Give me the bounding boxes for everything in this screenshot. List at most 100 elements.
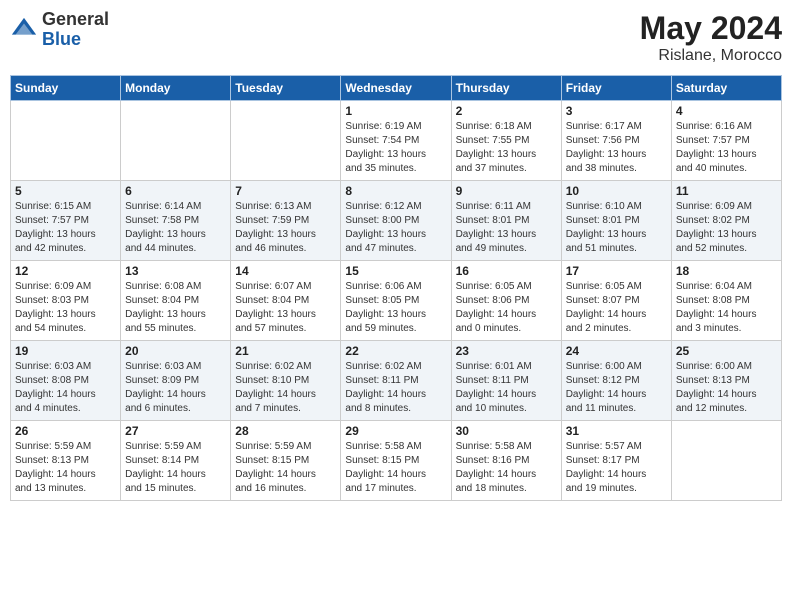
day-info: Sunrise: 6:03 AM Sunset: 8:09 PM Dayligh…	[125, 360, 226, 416]
day-header-saturday: Saturday	[671, 76, 781, 101]
day-info: Sunrise: 6:15 AM Sunset: 7:57 PM Dayligh…	[15, 200, 116, 256]
day-info: Sunrise: 6:09 AM Sunset: 8:03 PM Dayligh…	[15, 280, 116, 336]
day-info: Sunrise: 5:57 AM Sunset: 8:17 PM Dayligh…	[566, 440, 667, 496]
week-row-5: 26Sunrise: 5:59 AM Sunset: 8:13 PM Dayli…	[11, 421, 782, 501]
day-info: Sunrise: 6:11 AM Sunset: 8:01 PM Dayligh…	[456, 200, 557, 256]
day-info: Sunrise: 5:59 AM Sunset: 8:14 PM Dayligh…	[125, 440, 226, 496]
day-number: 19	[15, 344, 116, 358]
day-number: 8	[345, 184, 446, 198]
day-number: 23	[456, 344, 557, 358]
location-title: Rislane, Morocco	[640, 47, 782, 65]
day-number: 1	[345, 104, 446, 118]
day-info: Sunrise: 6:18 AM Sunset: 7:55 PM Dayligh…	[456, 120, 557, 176]
day-header-sunday: Sunday	[11, 76, 121, 101]
week-row-3: 12 Sunrise: 6:09 AM Sunset: 8:03 PM Dayli…	[11, 261, 782, 341]
day-number: 17	[566, 264, 667, 278]
calendar-table: SundayMondayTuesdayWednesdayThursdayFrid…	[10, 75, 782, 501]
calendar-cell: 14 Sunrise: 6:07 AM Sunset: 8:04 PM Dayli…	[231, 261, 341, 341]
calendar-cell: 30Sunrise: 5:58 AM Sunset: 8:16 PM Dayli…	[451, 421, 561, 501]
day-number: 14	[235, 264, 336, 278]
day-header-tuesday: Tuesday	[231, 76, 341, 101]
calendar-cell: 16 Sunrise: 6:05 AM Sunset: 8:06 PM Dayli…	[451, 261, 561, 341]
day-number: 2	[456, 104, 557, 118]
day-info: Sunrise: 6:19 AM Sunset: 7:54 PM Dayligh…	[345, 120, 446, 176]
day-number: 9	[456, 184, 557, 198]
calendar-cell: 7 Sunrise: 6:13 AM Sunset: 7:59 PM Daylig…	[231, 181, 341, 261]
day-info: Sunrise: 6:02 AM Sunset: 8:10 PM Dayligh…	[235, 360, 336, 416]
calendar-cell: 1 Sunrise: 6:19 AM Sunset: 7:54 PM Daylig…	[341, 101, 451, 181]
week-row-2: 5 Sunrise: 6:15 AM Sunset: 7:57 PM Daylig…	[11, 181, 782, 261]
day-info: Sunrise: 5:59 AM Sunset: 8:13 PM Dayligh…	[15, 440, 116, 496]
title-block: May 2024 Rislane, Morocco	[640, 10, 782, 65]
calendar-cell: 21 Sunrise: 6:02 AM Sunset: 8:10 PM Dayli…	[231, 341, 341, 421]
calendar-cell: 31 Sunrise: 5:57 AM Sunset: 8:17 PM Dayli…	[561, 421, 671, 501]
day-header-friday: Friday	[561, 76, 671, 101]
calendar-cell: 25Sunrise: 6:00 AM Sunset: 8:13 PM Dayli…	[671, 341, 781, 421]
logo-icon	[10, 16, 38, 44]
calendar-cell: 9 Sunrise: 6:11 AM Sunset: 8:01 PM Daylig…	[451, 181, 561, 261]
calendar-cell	[121, 101, 231, 181]
day-info: Sunrise: 5:59 AM Sunset: 8:15 PM Dayligh…	[235, 440, 336, 496]
week-row-4: 19Sunrise: 6:03 AM Sunset: 8:08 PM Dayli…	[11, 341, 782, 421]
calendar-cell: 15 Sunrise: 6:06 AM Sunset: 8:05 PM Dayli…	[341, 261, 451, 341]
day-number: 22	[345, 344, 446, 358]
day-number: 29	[345, 424, 446, 438]
day-number: 16	[456, 264, 557, 278]
day-number: 24	[566, 344, 667, 358]
header-row: SundayMondayTuesdayWednesdayThursdayFrid…	[11, 76, 782, 101]
calendar-cell: 2 Sunrise: 6:18 AM Sunset: 7:55 PM Daylig…	[451, 101, 561, 181]
calendar-cell: 26Sunrise: 5:59 AM Sunset: 8:13 PM Dayli…	[11, 421, 121, 501]
calendar-cell: 22 Sunrise: 6:02 AM Sunset: 8:11 PM Dayli…	[341, 341, 451, 421]
day-info: Sunrise: 6:07 AM Sunset: 8:04 PM Dayligh…	[235, 280, 336, 336]
day-info: Sunrise: 5:58 AM Sunset: 8:15 PM Dayligh…	[345, 440, 446, 496]
day-info: Sunrise: 6:17 AM Sunset: 7:56 PM Dayligh…	[566, 120, 667, 176]
day-info: Sunrise: 6:04 AM Sunset: 8:08 PM Dayligh…	[676, 280, 777, 336]
day-info: Sunrise: 6:12 AM Sunset: 8:00 PM Dayligh…	[345, 200, 446, 256]
day-number: 20	[125, 344, 226, 358]
day-info: Sunrise: 6:13 AM Sunset: 7:59 PM Dayligh…	[235, 200, 336, 256]
day-header-thursday: Thursday	[451, 76, 561, 101]
calendar-header: SundayMondayTuesdayWednesdayThursdayFrid…	[11, 76, 782, 101]
month-title: May 2024	[640, 10, 782, 47]
calendar-cell: 19Sunrise: 6:03 AM Sunset: 8:08 PM Dayli…	[11, 341, 121, 421]
day-info: Sunrise: 6:06 AM Sunset: 8:05 PM Dayligh…	[345, 280, 446, 336]
day-number: 31	[566, 424, 667, 438]
logo-general-text: General	[42, 10, 109, 30]
day-number: 18	[676, 264, 777, 278]
day-info: Sunrise: 6:01 AM Sunset: 8:11 PM Dayligh…	[456, 360, 557, 416]
day-number: 4	[676, 104, 777, 118]
calendar-cell: 12 Sunrise: 6:09 AM Sunset: 8:03 PM Dayli…	[11, 261, 121, 341]
calendar-cell: 4 Sunrise: 6:16 AM Sunset: 7:57 PM Daylig…	[671, 101, 781, 181]
calendar-cell: 28 Sunrise: 5:59 AM Sunset: 8:15 PM Dayli…	[231, 421, 341, 501]
calendar-cell: 5 Sunrise: 6:15 AM Sunset: 7:57 PM Daylig…	[11, 181, 121, 261]
day-number: 5	[15, 184, 116, 198]
day-info: Sunrise: 6:00 AM Sunset: 8:12 PM Dayligh…	[566, 360, 667, 416]
day-info: Sunrise: 6:09 AM Sunset: 8:02 PM Dayligh…	[676, 200, 777, 256]
calendar-cell: 10Sunrise: 6:10 AM Sunset: 8:01 PM Dayli…	[561, 181, 671, 261]
day-info: Sunrise: 6:14 AM Sunset: 7:58 PM Dayligh…	[125, 200, 226, 256]
day-info: Sunrise: 6:16 AM Sunset: 7:57 PM Dayligh…	[676, 120, 777, 176]
day-number: 13	[125, 264, 226, 278]
calendar-cell: 29 Sunrise: 5:58 AM Sunset: 8:15 PM Dayli…	[341, 421, 451, 501]
day-number: 27	[125, 424, 226, 438]
day-number: 6	[125, 184, 226, 198]
calendar-cell	[11, 101, 121, 181]
day-number: 12	[15, 264, 116, 278]
day-info: Sunrise: 6:00 AM Sunset: 8:13 PM Dayligh…	[676, 360, 777, 416]
day-info: Sunrise: 6:05 AM Sunset: 8:06 PM Dayligh…	[456, 280, 557, 336]
day-header-monday: Monday	[121, 76, 231, 101]
calendar-cell: 27 Sunrise: 5:59 AM Sunset: 8:14 PM Dayli…	[121, 421, 231, 501]
calendar-cell: 20 Sunrise: 6:03 AM Sunset: 8:09 PM Dayli…	[121, 341, 231, 421]
logo: General Blue	[10, 10, 109, 50]
calendar-cell: 6 Sunrise: 6:14 AM Sunset: 7:58 PM Daylig…	[121, 181, 231, 261]
day-number: 11	[676, 184, 777, 198]
logo-blue-text: Blue	[42, 30, 109, 50]
day-number: 15	[345, 264, 446, 278]
logo-text: General Blue	[42, 10, 109, 50]
calendar-cell: 17Sunrise: 6:05 AM Sunset: 8:07 PM Dayli…	[561, 261, 671, 341]
day-number: 7	[235, 184, 336, 198]
day-number: 28	[235, 424, 336, 438]
day-info: Sunrise: 6:02 AM Sunset: 8:11 PM Dayligh…	[345, 360, 446, 416]
calendar-cell	[671, 421, 781, 501]
day-number: 21	[235, 344, 336, 358]
